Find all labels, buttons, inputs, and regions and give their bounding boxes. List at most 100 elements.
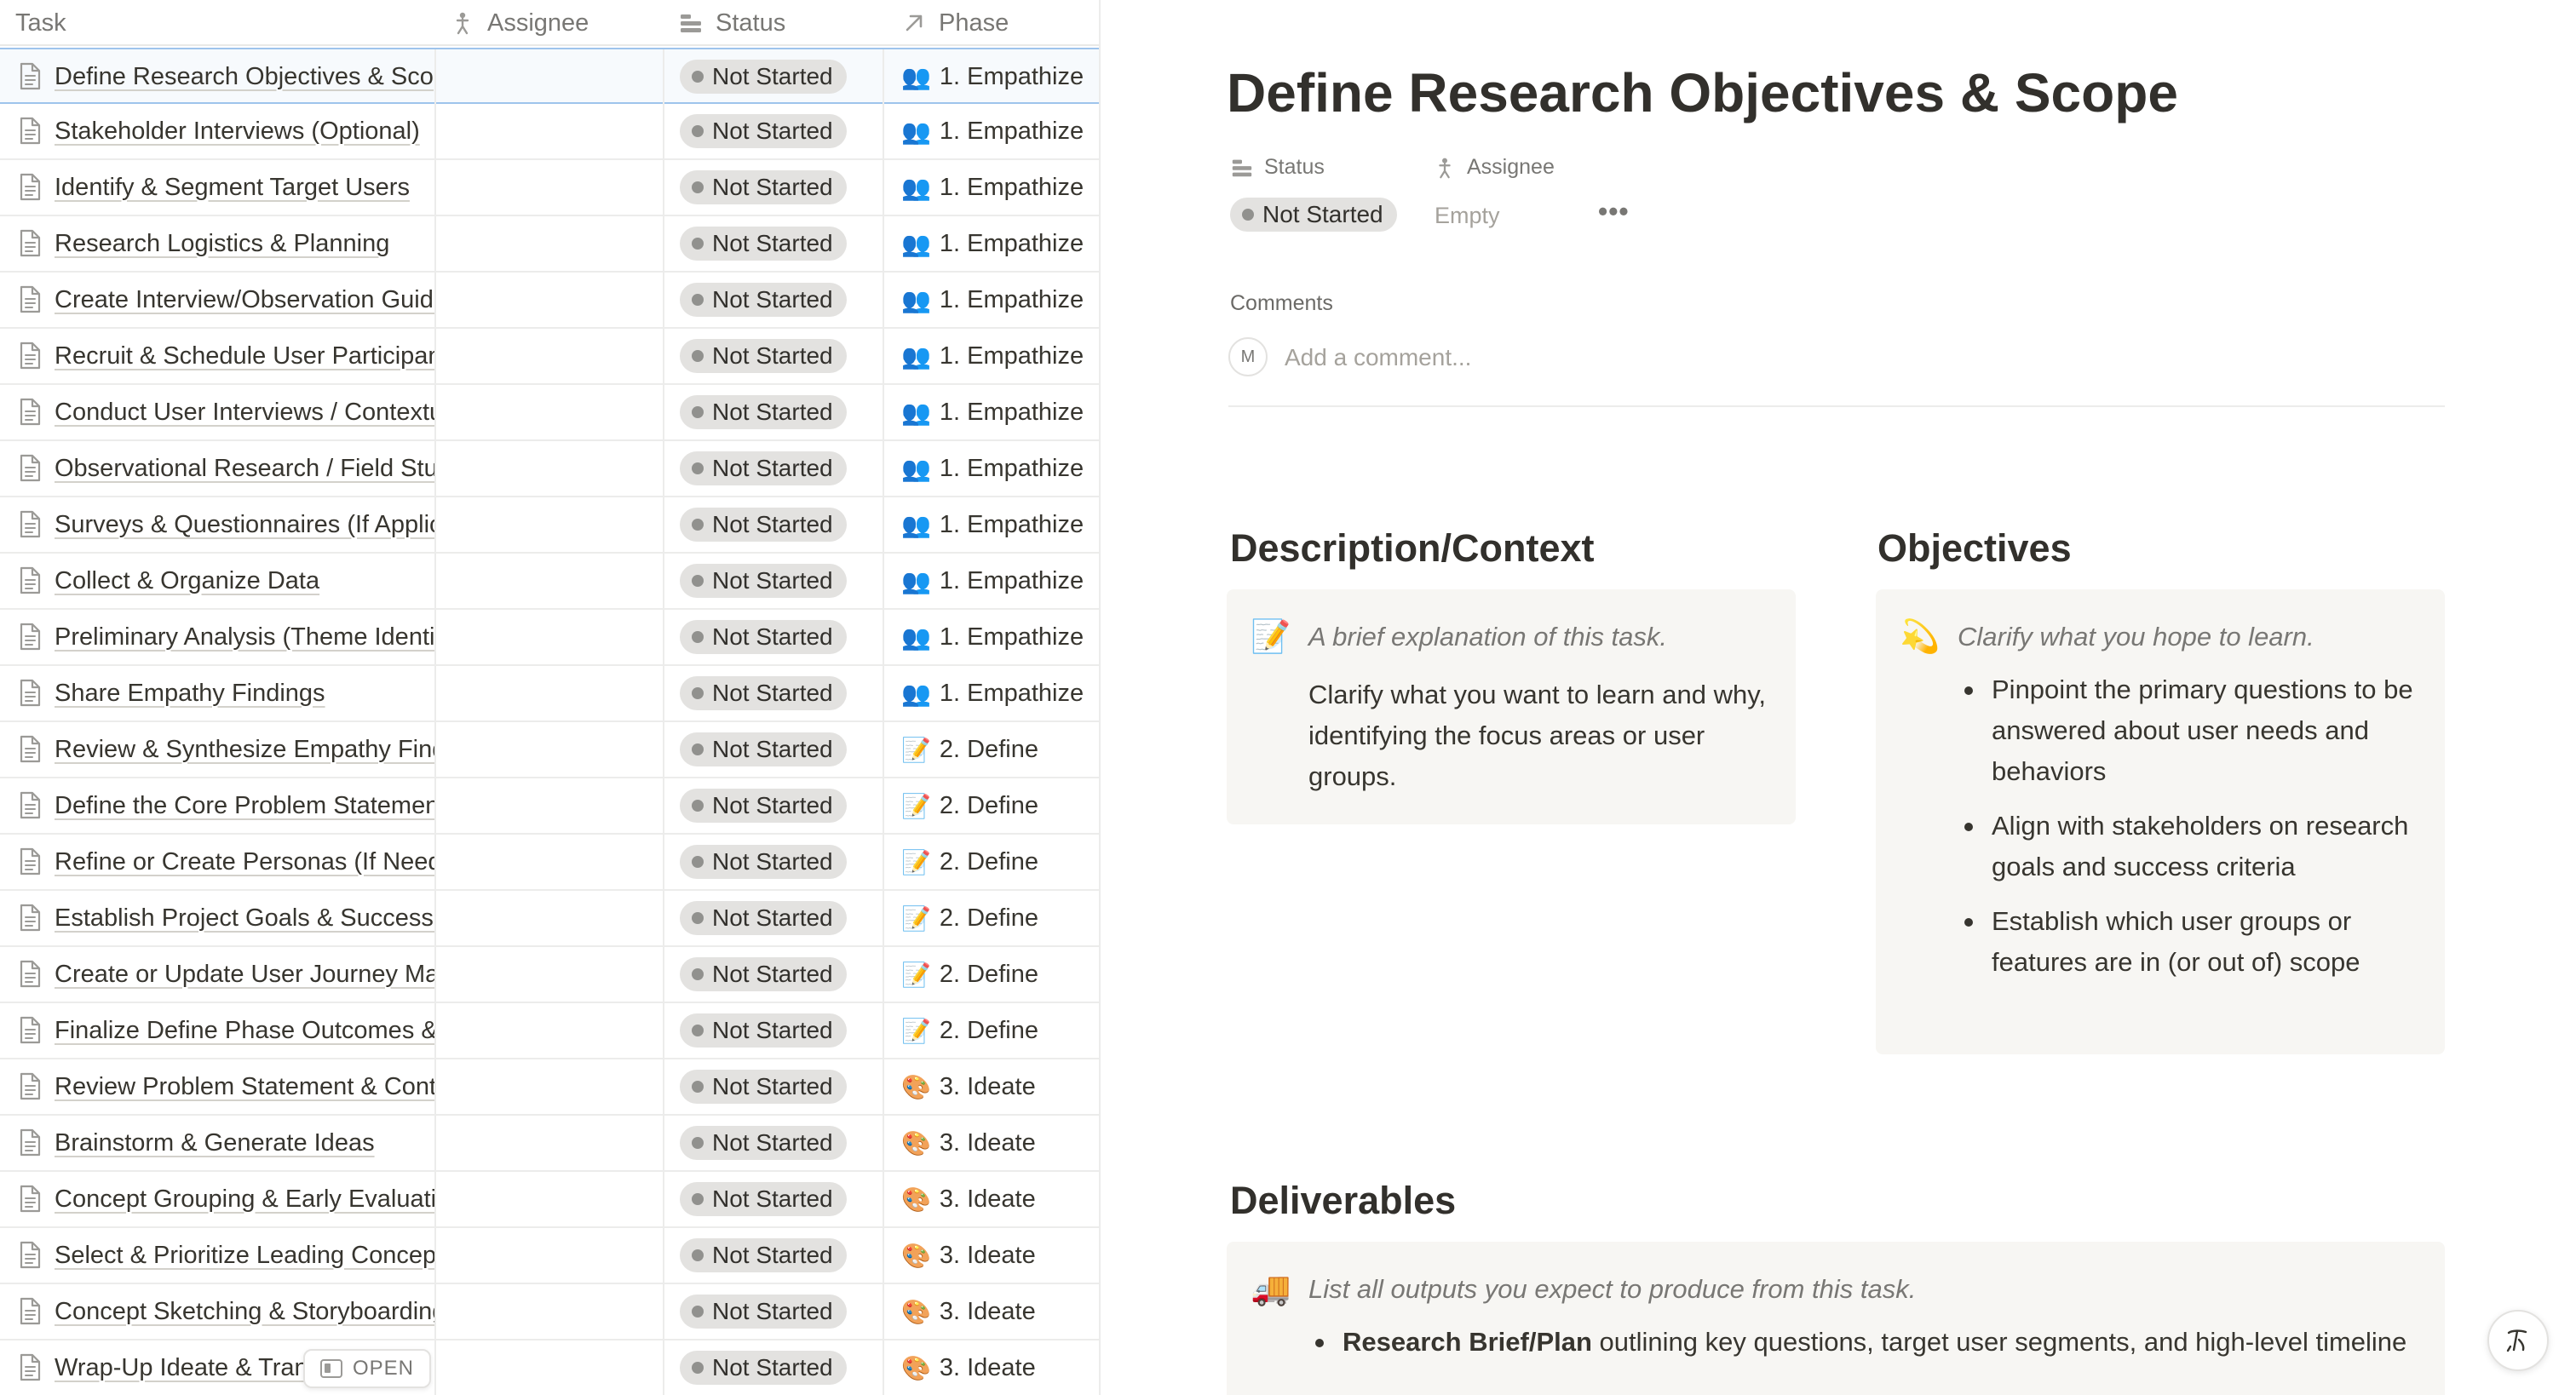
assignee-cell[interactable] [436, 835, 664, 889]
task-cell[interactable]: Collect & Organize Data [0, 554, 436, 608]
phase-cell[interactable]: 👥 1. Empathize [884, 104, 1099, 158]
column-header-task[interactable]: Task [15, 0, 66, 46]
task-title[interactable]: Research Logistics & Planning [55, 230, 389, 258]
phase-cell[interactable]: 👥 1. Empathize [884, 497, 1099, 552]
assignee-cell[interactable] [436, 385, 664, 439]
phase-cell[interactable]: 👥 1. Empathize [884, 666, 1099, 720]
phase-link[interactable]: 1. Empathize [940, 511, 1084, 539]
phase-link[interactable]: 1. Empathize [940, 399, 1084, 427]
assignee-cell[interactable] [436, 1340, 664, 1395]
table-row[interactable]: Select & Prioritize Leading Concepts Not … [0, 1228, 1099, 1284]
column-header-phase[interactable]: Phase [901, 0, 1009, 46]
task-title[interactable]: Concept Sketching & Storyboarding [55, 1298, 434, 1326]
task-cell[interactable]: Select & Prioritize Leading Concepts [0, 1228, 436, 1283]
phase-cell[interactable]: 👥 1. Empathize [884, 329, 1099, 383]
status-property-label[interactable]: Status [1230, 155, 1325, 180]
status-cell[interactable]: Not Started [664, 1340, 884, 1395]
task-title[interactable]: Conduct User Interviews / Contextual Inq… [55, 399, 434, 427]
phase-cell[interactable]: 📝 2. Define [884, 778, 1099, 833]
phase-cell[interactable]: 📝 2. Define [884, 722, 1099, 777]
phase-link[interactable]: 1. Empathize [940, 63, 1084, 91]
assignee-cell[interactable] [436, 778, 664, 833]
table-row[interactable]: Review Problem Statement & Context Not St… [0, 1059, 1099, 1116]
phase-link[interactable]: 1. Empathize [940, 623, 1084, 652]
task-title[interactable]: Review Problem Statement & Context [55, 1073, 434, 1101]
table-row[interactable]: Define Research Objectives & Scope Not St… [0, 48, 1099, 104]
task-cell[interactable]: Refine or Create Personas (If Needed) [0, 835, 436, 889]
task-cell[interactable]: Share Empathy Findings [0, 666, 436, 720]
status-cell[interactable]: Not Started [664, 216, 884, 271]
task-title[interactable]: Stakeholder Interviews (Optional) [55, 118, 420, 146]
task-cell[interactable]: Create Interview/Observation Guide [0, 273, 436, 327]
assignee-cell[interactable] [436, 554, 664, 608]
status-cell[interactable]: Not Started [664, 160, 884, 215]
task-title[interactable]: Concept Grouping & Early Evaluation [55, 1185, 434, 1214]
assignee-cell[interactable] [436, 1228, 664, 1283]
phase-link[interactable]: 2. Define [940, 792, 1038, 820]
phase-link[interactable]: 1. Empathize [940, 342, 1084, 370]
phase-cell[interactable]: 📝 2. Define [884, 1003, 1099, 1058]
table-row[interactable]: Establish Project Goals & Success Metric… [0, 891, 1099, 947]
assignee-cell[interactable] [436, 104, 664, 158]
table-row[interactable]: Create Interview/Observation Guide Not St… [0, 273, 1099, 329]
status-cell[interactable]: Not Started [664, 1228, 884, 1283]
phase-link[interactable]: 1. Empathize [940, 118, 1084, 146]
more-properties-icon[interactable]: ••• [1598, 196, 1630, 227]
table-row[interactable]: Review & Synthesize Empathy Findings Not … [0, 722, 1099, 778]
task-title[interactable]: Define the Core Problem Statement [55, 792, 434, 820]
task-cell[interactable]: Define the Core Problem Statement [0, 778, 436, 833]
status-cell[interactable]: Not Started [664, 497, 884, 552]
table-row[interactable]: Create or Update User Journey Map Not Sta… [0, 947, 1099, 1003]
task-cell[interactable]: Define Research Objectives & Scope [0, 49, 436, 104]
status-value-pill[interactable]: Not Started [1230, 198, 1397, 232]
task-title[interactable]: Select & Prioritize Leading Concepts [55, 1242, 434, 1270]
assignee-cell[interactable] [436, 160, 664, 215]
status-cell[interactable]: Not Started [664, 778, 884, 833]
assignee-cell[interactable] [436, 329, 664, 383]
task-cell[interactable]: Recruit & Schedule User Participants [0, 329, 436, 383]
assignee-cell[interactable] [436, 947, 664, 1002]
phase-cell[interactable]: 📝 2. Define [884, 835, 1099, 889]
table-row[interactable]: Conduct User Interviews / Contextual Inq… [0, 385, 1099, 441]
task-title[interactable]: Share Empathy Findings [55, 680, 325, 708]
table-row[interactable]: Preliminary Analysis (Theme Identificati… [0, 610, 1099, 666]
comment-input[interactable]: Add a comment... [1285, 344, 1471, 371]
table-row[interactable]: Observational Research / Field Studies No… [0, 441, 1099, 497]
task-title[interactable]: Surveys & Questionnaires (If Applicable) [55, 511, 434, 539]
table-row[interactable]: Recruit & Schedule User Participants Not … [0, 329, 1099, 385]
task-cell[interactable]: Create or Update User Journey Map [0, 947, 436, 1002]
table-row[interactable]: Concept Grouping & Early Evaluation Not S… [0, 1172, 1099, 1228]
task-cell[interactable]: Finalize Define Phase Outcomes & Alignme… [0, 1003, 436, 1058]
assignee-cell[interactable] [436, 1284, 664, 1339]
status-cell[interactable]: Not Started [664, 610, 884, 664]
phase-cell[interactable]: 🎨 3. Ideate [884, 1340, 1099, 1395]
assignee-cell[interactable] [436, 1059, 664, 1114]
assignee-cell[interactable] [436, 273, 664, 327]
phase-link[interactable]: 1. Empathize [940, 230, 1084, 258]
phase-link[interactable]: 1. Empathize [940, 286, 1084, 314]
task-cell[interactable]: Surveys & Questionnaires (If Applicable) [0, 497, 436, 552]
phase-cell[interactable]: 👥 1. Empathize [884, 441, 1099, 496]
phase-link[interactable]: 2. Define [940, 961, 1038, 989]
phase-link[interactable]: 3. Ideate [940, 1073, 1036, 1101]
phase-link[interactable]: 2. Define [940, 904, 1038, 933]
table-row[interactable]: Refine or Create Personas (If Needed) Not… [0, 835, 1099, 891]
task-title[interactable]: Brainstorm & Generate Ideas [55, 1129, 375, 1157]
assignee-cell[interactable] [436, 441, 664, 496]
table-row[interactable]: Concept Sketching & Storyboarding Not Sta… [0, 1284, 1099, 1340]
status-cell[interactable]: Not Started [664, 441, 884, 496]
status-cell[interactable]: Not Started [664, 835, 884, 889]
phase-cell[interactable]: 🎨 3. Ideate [884, 1172, 1099, 1226]
assignee-cell[interactable] [436, 610, 664, 664]
status-cell[interactable]: Not Started [664, 273, 884, 327]
status-cell[interactable]: Not Started [664, 1003, 884, 1058]
task-cell[interactable]: Review & Synthesize Empathy Findings [0, 722, 436, 777]
phase-cell[interactable]: 👥 1. Empathize [884, 160, 1099, 215]
task-title[interactable]: Finalize Define Phase Outcomes & Alignme… [55, 1017, 434, 1045]
phase-cell[interactable]: 👥 1. Empathize [884, 385, 1099, 439]
column-header-status[interactable]: Status [678, 0, 785, 46]
phase-link[interactable]: 2. Define [940, 1017, 1038, 1045]
assignee-cell[interactable] [436, 722, 664, 777]
table-row[interactable]: Define the Core Problem Statement Not Sta… [0, 778, 1099, 835]
phase-cell[interactable]: 👥 1. Empathize [884, 554, 1099, 608]
